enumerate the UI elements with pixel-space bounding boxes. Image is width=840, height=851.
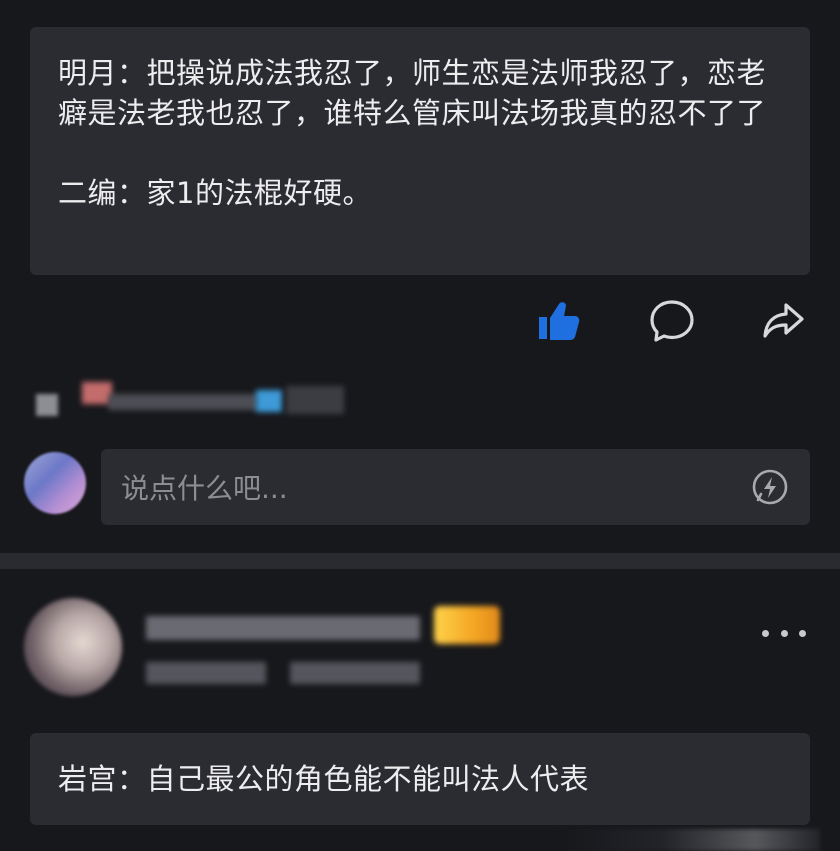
current-user-avatar <box>24 452 86 514</box>
reply-placeholder: 说点什么吧... <box>121 472 288 505</box>
like-button[interactable] <box>530 293 586 349</box>
thumbs-up-icon <box>539 302 580 340</box>
more-options-button[interactable] <box>762 620 806 646</box>
reply-input[interactable]: 说点什么吧... <box>101 449 810 525</box>
comment-button[interactable] <box>644 293 700 349</box>
partial-next-row <box>560 829 820 851</box>
blurred-reply-preview <box>24 380 364 420</box>
lightning-bubble-icon[interactable] <box>750 467 790 507</box>
share-arrow-icon <box>763 303 804 338</box>
comment-meta-blurred-b <box>290 662 420 684</box>
post-content-card: 明月：把操说成法我忍了，师生恋是法师我忍了，恋老癖是法老我也忍了，谁特么管床叫法… <box>30 27 810 275</box>
section-divider <box>0 553 840 569</box>
commenter-name-blurred <box>146 616 420 640</box>
comment-content-card: 岩宫：自己最公的角色能不能叫法人代表 <box>30 733 810 825</box>
more-dots-icon <box>762 629 769 637</box>
comment-meta-blurred-a <box>146 662 266 684</box>
post-text-edit: 二编：家1的法棍好硬。 <box>58 176 372 210</box>
commenter-badge <box>434 606 500 644</box>
share-button[interactable] <box>756 293 812 349</box>
post-action-bar <box>0 293 840 353</box>
post-text-line1: 明月：把操说成法我忍了，师生恋是法师我忍了，恋老癖是法老我也忍了，谁特么管床叫法… <box>58 56 767 130</box>
comment-text: 岩宫：自己最公的角色能不能叫法人代表 <box>58 762 590 796</box>
comment-bubble-icon <box>650 300 694 342</box>
commenter-avatar[interactable] <box>24 598 122 696</box>
